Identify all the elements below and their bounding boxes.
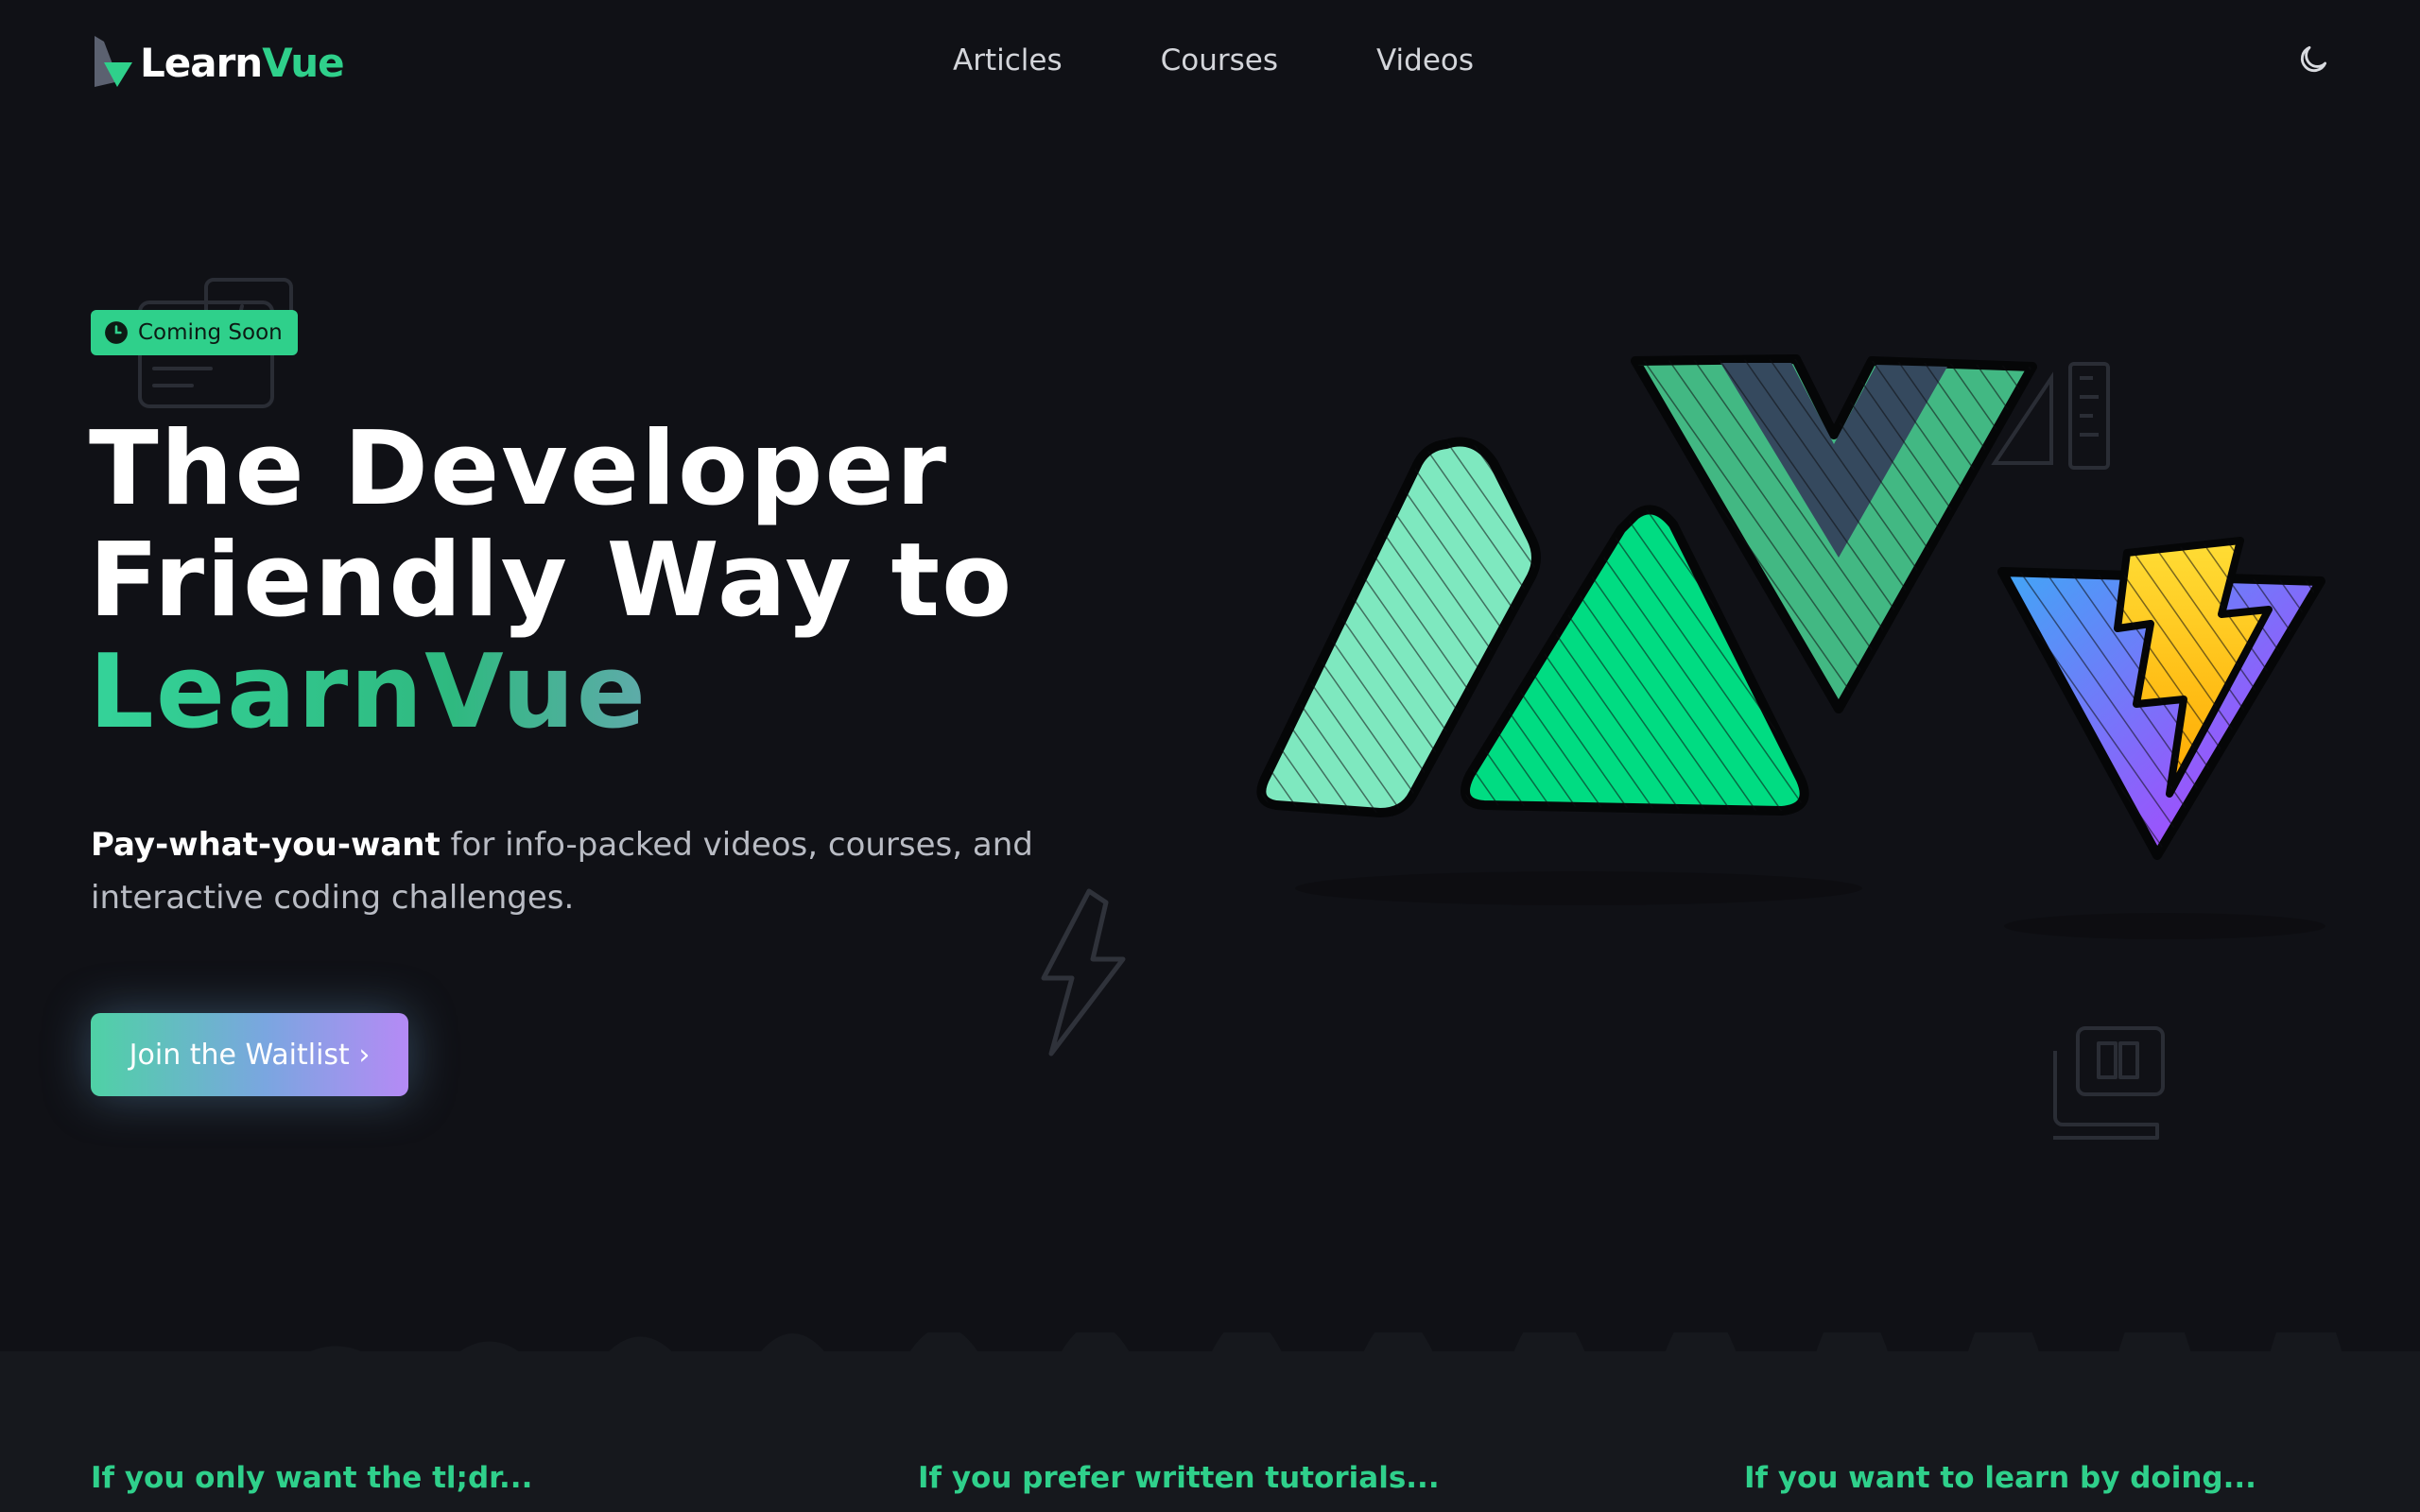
vite-logo-shape	[1997, 537, 2325, 860]
moon-icon[interactable]	[2295, 42, 2331, 77]
logo-text: LearnVue	[140, 39, 345, 86]
badge-label: Coming Soon	[138, 320, 283, 345]
clock-icon	[105, 321, 128, 344]
nav-videos[interactable]: Videos	[1376, 43, 1474, 77]
logo-icon	[95, 36, 132, 87]
logo-link[interactable]: LearnVue	[91, 34, 345, 91]
logo-learn: Learn	[140, 39, 263, 86]
coming-soon-badge: Coming Soon	[91, 310, 298, 355]
book-laptop-doodle-icon	[2053, 1026, 2165, 1140]
hero-title-line-3: LearnVue	[89, 637, 1129, 748]
framework-logos-illustration	[1256, 354, 2325, 939]
main-nav: Articles Courses Videos	[953, 43, 1474, 77]
join-waitlist-button[interactable]: Join the Waitlist ›	[91, 1013, 408, 1096]
hero-subtitle: Pay-what-you-want for info-packed videos…	[91, 818, 1093, 924]
hero-title-line-2: Friendly Way to	[89, 522, 1014, 640]
feature-written-tutorials: If you prefer written tutorials...	[918, 1461, 1440, 1495]
logo-vue: Vue	[262, 39, 344, 86]
nav-articles[interactable]: Articles	[953, 43, 1063, 77]
feature-tldr: If you only want the tl;dr...	[91, 1461, 533, 1495]
site-header: LearnVue Articles Courses Videos	[0, 0, 2420, 132]
hero-title-line-1: The Developer	[89, 410, 948, 528]
subtitle-bold: Pay-what-you-want	[91, 826, 441, 864]
feature-learn-by-doing: If you want to learn by doing...	[1744, 1461, 2256, 1495]
hero-title: The Developer Friendly Way to LearnVue	[89, 414, 1129, 748]
nav-courses[interactable]: Courses	[1161, 43, 1278, 77]
